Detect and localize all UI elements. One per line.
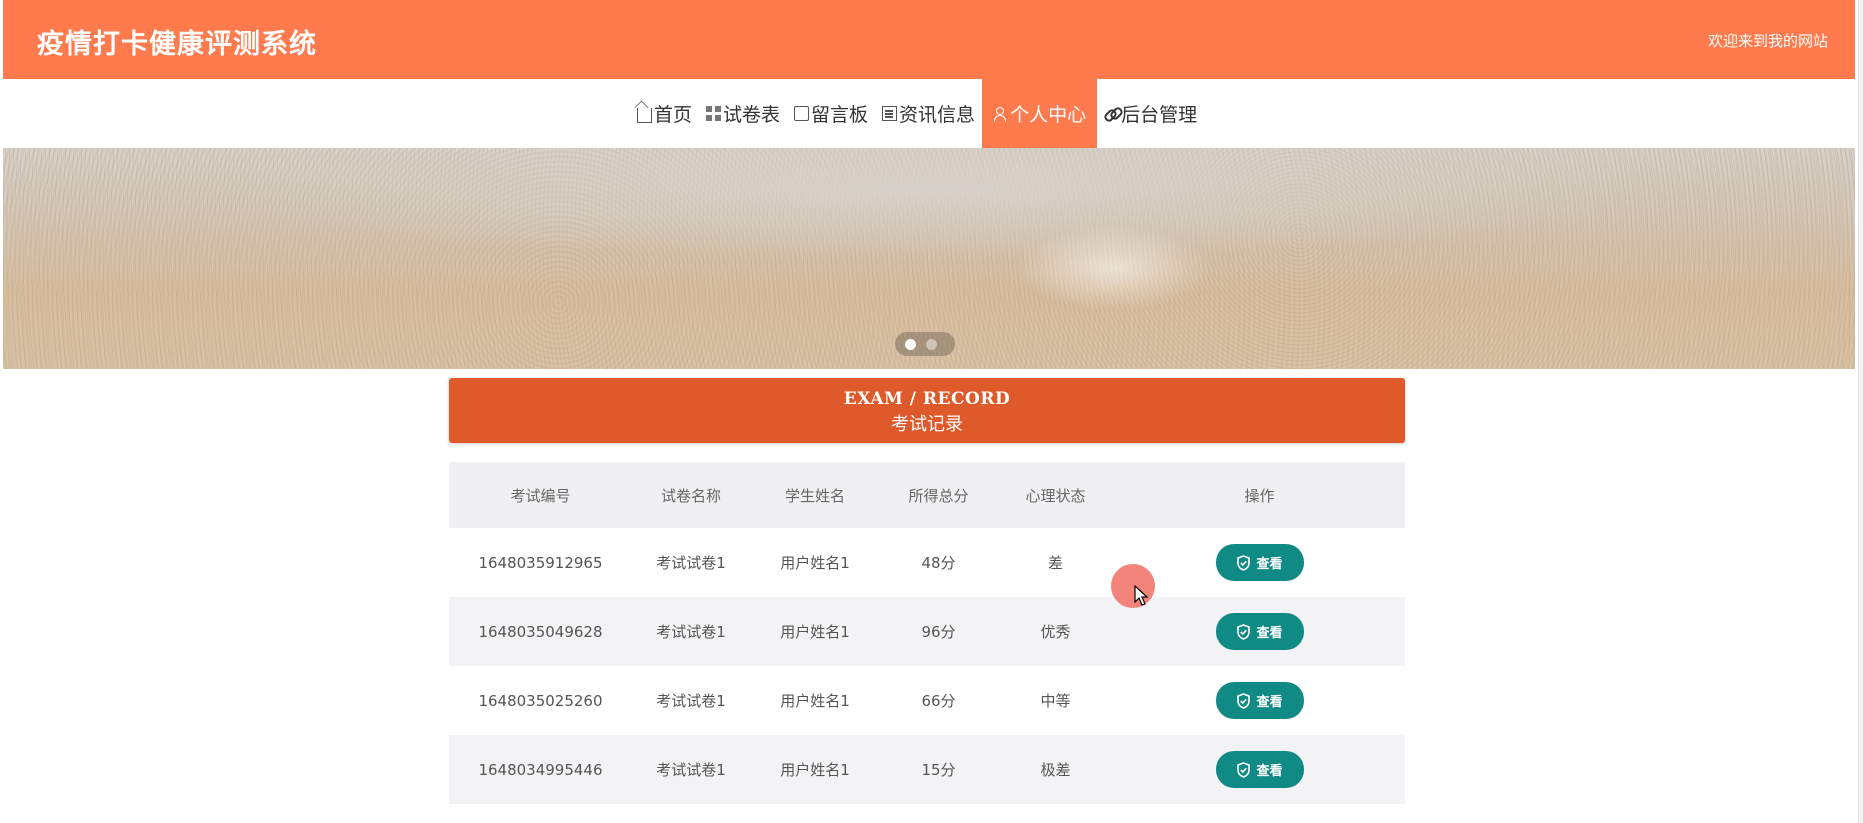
- cell-exam-id: 1648035025260: [478, 691, 603, 710]
- column-header-exam-id: 考试编号: [510, 486, 571, 505]
- cell-action: 查看: [1114, 666, 1405, 735]
- view-button-label: 查看: [1256, 557, 1283, 572]
- nav-item-message-board[interactable]: 留言板: [787, 79, 875, 148]
- window-right-edge: [1858, 0, 1863, 823]
- nav-item-admin[interactable]: 后台管理: [1097, 79, 1204, 148]
- news-icon: [882, 106, 898, 121]
- column-header-student-name: 学生姓名: [784, 486, 845, 505]
- view-button[interactable]: 查看: [1215, 682, 1304, 719]
- grid-icon: [706, 106, 722, 121]
- main-nav: 首页 试卷表 留言板 资讯信息 个人中心 后台管理: [3, 79, 1855, 148]
- cell-status: 差: [1047, 554, 1063, 572]
- exam-record-table-wrap: 考试编号 试卷名称 学生姓名 所得总分 心理状态 操作 164803591296…: [449, 462, 1405, 804]
- site-title: 疫情打卡健康评测系统: [37, 29, 317, 60]
- nav-item-home[interactable]: 首页: [630, 79, 699, 148]
- cell-paper-name: 考试试卷1: [656, 761, 726, 779]
- cell-action: 查看: [1114, 528, 1405, 597]
- cell-exam-id: 1648035912965: [478, 553, 603, 572]
- column-header-total-score: 所得总分: [908, 486, 969, 505]
- table-row: 1648035049628 考试试卷1 用户姓名1 96分 优秀 查看: [449, 597, 1405, 666]
- nav-item-label: 资讯信息: [899, 104, 976, 126]
- table-row: 1648034995446 考试试卷1 用户姓名1 15分 极差 查看: [449, 735, 1405, 804]
- cell-score: 66分: [921, 692, 956, 710]
- column-header-paper-name: 试卷名称: [660, 486, 721, 505]
- nav-item-personal-center[interactable]: 个人中心: [982, 79, 1098, 148]
- link-icon: [1104, 106, 1119, 121]
- section-title-zh: 考试记录: [891, 414, 963, 435]
- table-header-row: 考试编号 试卷名称 学生姓名 所得总分 心理状态 操作: [449, 462, 1405, 528]
- cell-student-name: 用户姓名1: [780, 692, 850, 710]
- table-row: 1648035025260 考试试卷1 用户姓名1 66分 中等 查看: [449, 666, 1405, 735]
- cell-exam-id: 1648035049628: [478, 622, 603, 641]
- nav-item-label: 后台管理: [1121, 104, 1198, 126]
- view-button-label: 查看: [1256, 695, 1283, 710]
- nav-item-label: 试卷表: [723, 104, 781, 126]
- cell-exam-id: 1648034995446: [478, 760, 603, 779]
- cell-student-name: 用户姓名1: [780, 761, 850, 779]
- mouse-pointer-icon: [1134, 584, 1150, 607]
- nav-item-label: 个人中心: [1010, 104, 1087, 126]
- cell-status: 极差: [1040, 761, 1071, 779]
- nav-item-news[interactable]: 资讯信息: [875, 79, 982, 148]
- view-button[interactable]: 查看: [1215, 751, 1304, 788]
- column-header-mental-status: 心理状态: [1025, 486, 1086, 505]
- user-icon: [993, 106, 1008, 122]
- shield-check-icon: [1236, 554, 1251, 571]
- cell-paper-name: 考试试卷1: [656, 692, 726, 710]
- nav-item-papers[interactable]: 试卷表: [699, 79, 787, 148]
- view-button-label: 查看: [1256, 764, 1283, 779]
- section-title-en: EXAM / RECORD: [843, 389, 1011, 409]
- view-button[interactable]: 查看: [1215, 544, 1304, 581]
- welcome-text: 欢迎来到我的网站: [1707, 32, 1828, 50]
- cell-status: 中等: [1040, 692, 1071, 710]
- cell-action: 查看: [1114, 597, 1405, 666]
- section-title-bar: EXAM / RECORD 考试记录: [449, 378, 1405, 443]
- shield-check-icon: [1236, 692, 1251, 709]
- shield-check-icon: [1236, 761, 1251, 778]
- carousel-dot-1[interactable]: [905, 338, 916, 350]
- carousel-indicators: [895, 332, 955, 356]
- table-row: 1648035912965 考试试卷1 用户姓名1 48分 差 查看: [449, 528, 1405, 597]
- home-icon: [637, 108, 652, 123]
- cell-score: 96分: [921, 623, 956, 641]
- cell-action: 查看: [1114, 735, 1405, 804]
- exam-record-table: 考试编号 试卷名称 学生姓名 所得总分 心理状态 操作 164803591296…: [449, 462, 1405, 804]
- message-icon: [794, 106, 810, 121]
- view-button[interactable]: 查看: [1215, 613, 1304, 650]
- cell-score: 15分: [921, 761, 956, 779]
- nav-item-label: 留言板: [811, 104, 869, 126]
- nav-item-label: 首页: [654, 104, 693, 126]
- cell-paper-name: 考试试卷1: [656, 623, 726, 641]
- cell-paper-name: 考试试卷1: [656, 554, 726, 572]
- view-button-label: 查看: [1256, 626, 1283, 641]
- cell-student-name: 用户姓名1: [780, 623, 850, 641]
- cell-student-name: 用户姓名1: [780, 554, 850, 572]
- cell-score: 48分: [921, 554, 956, 572]
- column-header-action: 操作: [1244, 486, 1275, 505]
- carousel-dot-2[interactable]: [926, 338, 937, 350]
- cell-status: 优秀: [1040, 623, 1071, 641]
- shield-check-icon: [1236, 623, 1251, 640]
- site-header: 疫情打卡健康评测系统 欢迎来到我的网站: [3, 0, 1855, 79]
